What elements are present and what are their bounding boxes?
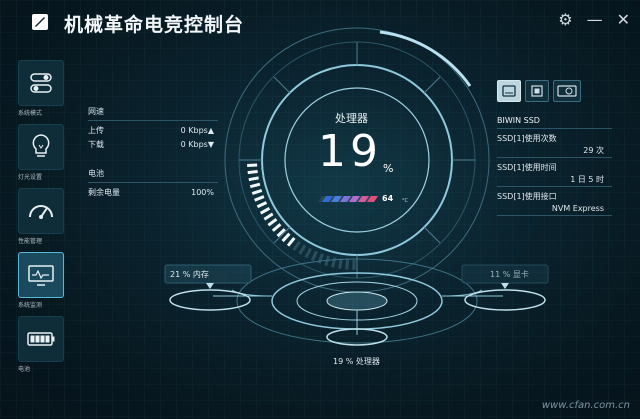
cpu-usage-bottom-label: 19 % 处理器 [333,357,380,366]
cpu-usage-tick [281,232,291,243]
disk-panel: BIWIN SSD SSD[1]使用次数 29 次 SSD[1]使用时间 1 日… [497,80,612,216]
cpu-usage-tick [317,253,324,264]
cpu-usage-tick [310,250,318,262]
tab-disk[interactable] [497,80,521,102]
disk-count-value: 29 次 [497,145,612,158]
highlight-arc [379,30,472,87]
cpu-usage-tick [345,259,350,270]
cpu-usage-tick [338,258,343,269]
cpu-usage-tick [267,218,278,227]
graphics-card-icon [557,85,577,97]
node-diagram [213,258,503,344]
disk-count-label: SSD[1]使用次数 [497,134,557,143]
cpu-usage-tick [256,201,268,209]
temperature-bar [318,196,378,202]
disk-name: BIWIN SSD [497,114,612,129]
cpu-usage-tick [263,212,274,221]
cpu-usage-tick [254,195,265,202]
cpu-usage-tick [259,206,271,215]
memory-usage-label: 21 % 内存 [170,270,209,279]
disk-interface-value: NVM Express [497,203,612,216]
watermark: www.cfan.com.cn [541,400,630,411]
cpu-usage-tick [271,223,282,232]
cpu-title: 处理器 [335,112,368,125]
chip-icon [531,85,543,97]
cpu-usage-unit: % [383,162,394,175]
cpu-usage-tick [331,257,337,268]
gpu-usage-label: 11 % 显卡 [490,270,529,279]
cpu-usage-tick [298,244,307,255]
disk-time-value: 1 日 5 时 [497,174,612,187]
cpu-temperature-unit: °C [402,198,408,204]
disk-time-label: SSD[1]使用时间 [497,163,557,172]
cpu-usage-tick [247,169,258,175]
cpu-usage-tick [251,189,263,195]
disk-tabs [497,80,612,102]
cpu-usage-tick [292,240,301,251]
cpu-usage-tick [286,236,296,247]
disk-interface-label: SSD[1]使用接口 [497,192,557,201]
tab-graphics[interactable] [553,80,581,102]
cpu-temperature-value: 64 [382,194,394,203]
cpu-usage-value: 19 [318,126,382,177]
tab-chip[interactable] [525,80,549,102]
cpu-usage-tick [249,182,261,189]
cpu-usage-tick [304,247,312,259]
hard-drive-icon [502,85,516,97]
cpu-usage-tick [248,176,259,182]
cpu-usage-ticks [247,163,356,270]
